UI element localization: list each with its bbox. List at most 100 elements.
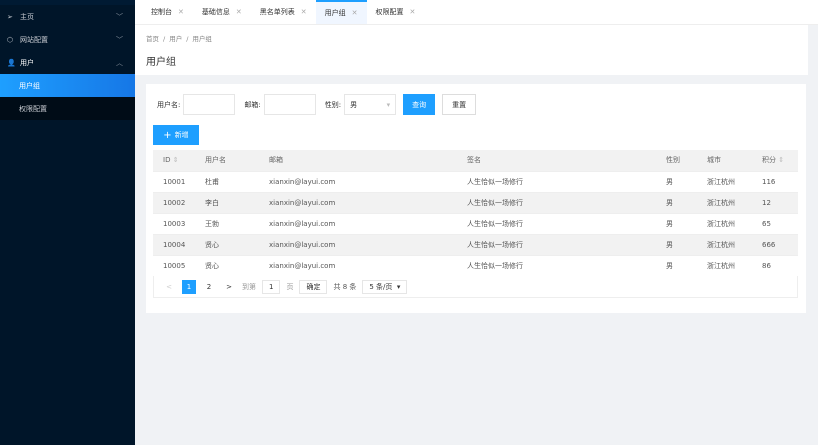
content-card: 用户名: 邮箱: 性别: 男 ▾ 查询 重置 + 新增 ID ⇕ 用户名 邮箱 签名… <box>146 84 806 313</box>
table-row[interactable]: 10002 李白 xianxin@layui.com 人生恰似一场修行男浙江杭州 12 <box>153 191 798 213</box>
gender-value: 男 <box>350 100 358 109</box>
caret-down-icon: ▾ <box>386 100 391 109</box>
header-signature: 签名 <box>457 150 656 171</box>
breadcrumb-separator: / <box>186 35 189 43</box>
sidebar-item-permissions[interactable]: 权限配置 <box>0 97 135 120</box>
cell-score: 666 <box>752 233 798 255</box>
header-username: 用户名 <box>195 150 259 171</box>
add-label: 新增 <box>174 131 189 139</box>
cell-gender: 男 <box>656 191 697 213</box>
cell-signature: 人生恰似一场修行 <box>457 212 656 234</box>
cell-id: 10001 <box>153 170 195 192</box>
cell-id: 10003 <box>153 212 195 234</box>
search-form: 用户名: 邮箱: 性别: 男 ▾ 查询 重置 <box>153 94 799 115</box>
breadcrumb: 首页 / 用户 / 用户组 <box>146 33 807 43</box>
breadcrumb-separator: / <box>163 35 166 43</box>
cell-city: 浙江杭州 <box>697 212 752 234</box>
cell-email: xianxin@layui.com <box>259 212 457 234</box>
header-gender: 性别 <box>656 150 697 171</box>
table-row[interactable]: 10003 王勃 xianxin@layui.com 人生恰似一场修行男浙江杭州 65 <box>153 212 798 234</box>
username-input[interactable] <box>183 94 236 115</box>
page-1-button[interactable]: 1 <box>182 279 196 294</box>
page-unit-label: 页 <box>286 282 294 291</box>
cell-id: 10004 <box>153 233 195 255</box>
cell-city: 浙江杭州 <box>697 233 752 255</box>
sidebar-item-user-group[interactable]: 用户组 <box>0 74 135 97</box>
close-icon[interactable]: ✕ <box>301 8 307 16</box>
sidebar-item-label: 权限配置 <box>19 104 47 113</box>
next-page-button[interactable]: > <box>222 280 236 294</box>
sidebar-item-label: 用户组 <box>19 81 40 90</box>
cell-signature: 人生恰似一场修行 <box>457 254 656 276</box>
tab-bar: 控制台 ✕ 基础信息 ✕ 黑名单列表 ✕ 用户组 ✕ 权限配置 ✕ <box>135 0 818 25</box>
sidebar-item-label: 网站配置 <box>20 35 48 44</box>
sort-icon[interactable]: ⇕ <box>173 156 179 164</box>
cell-score: 86 <box>752 254 798 276</box>
cell-score: 116 <box>752 170 798 192</box>
table-row[interactable]: 10001 杜甫 xianxin@layui.com 人生恰似一场修行男浙江杭州 116 <box>153 170 798 192</box>
cell-email: xianxin@layui.com <box>259 191 457 213</box>
send-icon: ➢ <box>7 12 13 21</box>
close-icon[interactable]: ✕ <box>178 8 184 16</box>
cell-gender: 男 <box>656 254 697 276</box>
prev-page-button[interactable]: < <box>162 280 176 294</box>
chevron-down-icon: ﹀ <box>116 12 123 21</box>
breadcrumb-user[interactable]: 用户 <box>169 35 182 43</box>
gender-label: 性别: <box>324 100 342 109</box>
add-button[interactable]: + 新增 <box>153 125 199 145</box>
tab-permissions[interactable]: 权限配置 ✕ <box>367 0 425 24</box>
sidebar-item-user[interactable]: 👤 用户 ︿ <box>0 51 135 74</box>
cell-gender: 男 <box>656 170 697 192</box>
close-icon[interactable]: ✕ <box>236 8 242 16</box>
gender-select[interactable]: 男 ▾ <box>344 94 397 115</box>
chevron-down-icon: ﹀ <box>116 35 123 44</box>
tab-label: 控制台 <box>151 8 172 16</box>
sidebar-item-site-config[interactable]: ⬡ 网站配置 ﹀ <box>0 28 135 51</box>
table-row[interactable]: 10004 贤心 xianxin@layui.com 人生恰似一场修行男浙江杭州 666 <box>153 233 798 255</box>
tab-user-group[interactable]: 用户组 ✕ <box>315 0 367 24</box>
confirm-button[interactable]: 确定 <box>299 279 328 294</box>
email-label: 邮箱: <box>244 100 261 109</box>
cell-score: 65 <box>752 212 798 234</box>
sidebar: ➢ 主页 ﹀ ⬡ 网站配置 ﹀ 👤 用户 ︿ 用户组 权限配置 <box>0 0 135 445</box>
close-icon[interactable]: ✕ <box>352 9 358 17</box>
tab-label: 基础信息 <box>201 8 230 16</box>
user-table: ID ⇕ 用户名 邮箱 签名 性别 城市 积分 ⇕ 10001 杜甫 xianxin… <box>153 150 798 276</box>
cell-city: 浙江杭州 <box>697 191 752 213</box>
tab-basic-info[interactable]: 基础信息 ✕ <box>193 0 251 24</box>
cell-email: xianxin@layui.com <box>259 254 457 276</box>
tab-dashboard[interactable]: 控制台 ✕ <box>142 0 193 24</box>
caret-down-icon: ▾ <box>396 282 401 291</box>
sidebar-item-home[interactable]: ➢ 主页 ﹀ <box>0 5 135 28</box>
page-2-button[interactable]: 2 <box>202 280 216 294</box>
scrollbar[interactable] <box>808 25 818 445</box>
header-id[interactable]: ID ⇕ <box>153 150 195 171</box>
cube-icon: ⬡ <box>7 35 14 44</box>
search-button[interactable]: 查询 <box>403 94 436 115</box>
tab-blacklist[interactable]: 黑名单列表 ✕ <box>251 0 316 24</box>
tab-label: 用户组 <box>324 9 346 17</box>
pagination: < 1 2 > 到第 1 页 确定 共 8 条 5 条/页 ▾ <box>153 276 798 298</box>
header-score[interactable]: 积分 ⇕ <box>752 150 798 171</box>
table-row[interactable]: 10005 贤心 xianxin@layui.com 人生恰似一场修行男浙江杭州 86 <box>153 254 798 276</box>
sort-icon[interactable]: ⇕ <box>778 156 784 164</box>
cell-email: xianxin@layui.com <box>259 170 457 192</box>
reset-button[interactable]: 重置 <box>442 94 477 115</box>
cell-username: 李白 <box>195 191 259 213</box>
cell-username: 贤心 <box>195 233 259 255</box>
page-size-select[interactable]: 5 条/页 ▾ <box>362 279 408 294</box>
goto-page-input[interactable]: 1 <box>262 279 281 294</box>
user-icon: 👤 <box>7 58 16 67</box>
cell-gender: 男 <box>656 233 697 255</box>
breadcrumb-home[interactable]: 首页 <box>146 35 159 43</box>
cell-username: 贤心 <box>195 254 259 276</box>
chevron-up-icon: ︿ <box>116 58 123 67</box>
cell-email: xianxin@layui.com <box>259 233 457 255</box>
username-label: 用户名: <box>157 100 181 109</box>
cell-signature: 人生恰似一场修行 <box>457 170 656 192</box>
email-input[interactable] <box>263 94 316 115</box>
close-icon[interactable]: ✕ <box>410 8 416 16</box>
cell-score: 12 <box>752 191 798 213</box>
header-email: 邮箱 <box>259 150 457 171</box>
tab-label: 权限配置 <box>375 8 404 16</box>
